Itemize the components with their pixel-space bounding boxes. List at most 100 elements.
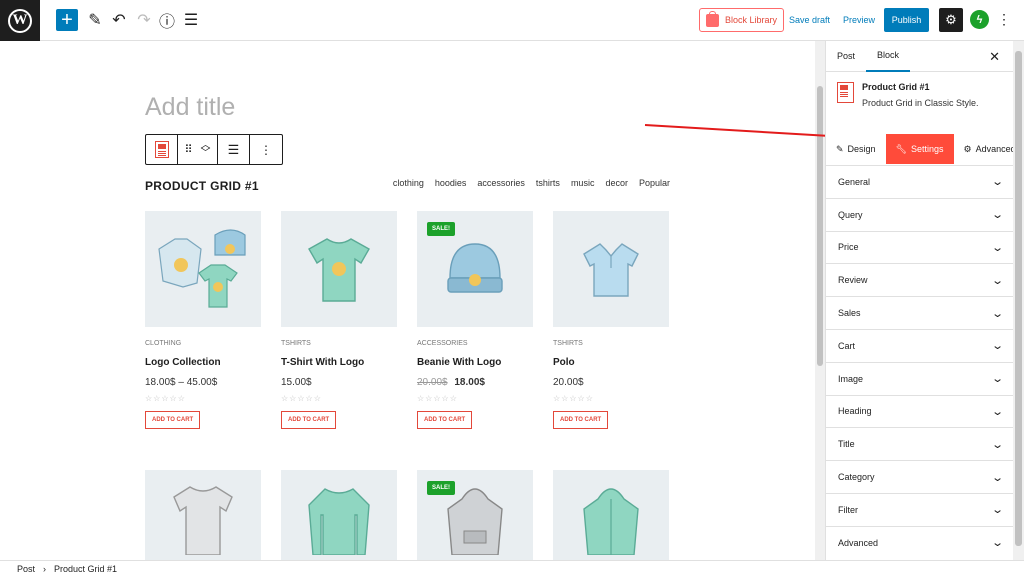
product-image[interactable] (553, 211, 669, 327)
product-image[interactable] (281, 211, 397, 327)
redo-icon[interactable]: ↷ (133, 9, 155, 31)
filter-item[interactable]: hoodies (435, 178, 467, 188)
tab-label: Settings (911, 144, 944, 154)
section-price[interactable]: Price ⌄ (826, 230, 1013, 264)
section-label: Filter (838, 504, 858, 515)
filter-item[interactable]: clothing (393, 178, 424, 188)
publish-button[interactable]: Publish (884, 8, 929, 32)
wordpress-logo-icon[interactable]: W (0, 0, 40, 41)
section-filter[interactable]: Filter ⌄ (826, 492, 1013, 526)
chevron-down-icon: ⌄ (990, 274, 1004, 287)
rating-stars: ☆☆☆☆☆ (145, 394, 186, 403)
block-settings-tabs: ✎ Design 🔧︎ Settings ⚙ Advanced (826, 134, 1013, 164)
section-category[interactable]: Category ⌄ (826, 460, 1013, 493)
breadcrumb-block[interactable]: Product Grid #1 (54, 564, 117, 574)
chevron-down-icon: ⌄ (990, 405, 1004, 418)
canvas-scrollbar[interactable] (815, 41, 825, 560)
move-block-control[interactable]: ⠿ ︿ ﹀ (178, 135, 218, 164)
align-icon: ☰ (227, 141, 240, 157)
section-general[interactable]: General ⌄ (826, 165, 1013, 198)
product-image[interactable] (281, 470, 397, 560)
product-card (553, 470, 669, 560)
section-heading[interactable]: Heading ⌄ (826, 394, 1013, 428)
chevron-down-icon: ⌄ (990, 438, 1004, 451)
block-type-button[interactable] (146, 135, 178, 164)
close-icon[interactable]: ✕ (989, 49, 1000, 65)
product-grid-heading: PRODUCT GRID #1 (145, 179, 259, 193)
tab-block[interactable]: Block (866, 41, 911, 72)
product-image[interactable] (553, 470, 669, 560)
category-filter: clothing hoodies accessories tshirts mus… (393, 178, 670, 188)
add-to-cart-button[interactable]: ADD TO CART (553, 411, 609, 429)
old-price: 20.00$ (417, 377, 448, 388)
rating-stars: ☆☆☆☆☆ (417, 394, 458, 403)
filter-item[interactable]: decor (605, 178, 628, 188)
more-options-icon[interactable]: ⋮ (997, 11, 1011, 28)
add-block-button[interactable]: + (56, 9, 78, 31)
section-cart[interactable]: Cart ⌄ (826, 328, 1013, 362)
block-options-button[interactable]: ⋮ (250, 135, 282, 164)
add-to-cart-button[interactable]: ADD TO CART (281, 411, 337, 429)
section-advanced[interactable]: Advanced ⌄ (826, 525, 1013, 559)
save-draft-button[interactable]: Save draft (789, 15, 830, 25)
section-query[interactable]: Query ⌄ (826, 197, 1013, 231)
chevron-down-icon: ⌄ (990, 241, 1004, 254)
section-image[interactable]: Image ⌄ (826, 361, 1013, 395)
product-image[interactable]: SALE! (417, 211, 533, 327)
gear-icon: ⚙ (963, 143, 972, 154)
settings-gear-icon[interactable]: ⚙ (939, 8, 963, 32)
tab-label: Design (847, 144, 876, 154)
post-title-input[interactable]: Add title (145, 93, 235, 122)
product-name[interactable]: Logo Collection (145, 357, 261, 368)
product-price: 15.00$ (281, 377, 397, 388)
bolt-plugin-icon[interactable]: ϟ (970, 10, 989, 29)
block-library-label: Block Library (725, 15, 778, 25)
block-card: Product Grid #1 Product Grid in Classic … (826, 72, 1013, 124)
scrollbar-thumb[interactable] (817, 86, 823, 366)
product-image[interactable] (145, 470, 261, 560)
section-title[interactable]: Title ⌄ (826, 427, 1013, 460)
scrollbar-thumb[interactable] (1015, 51, 1022, 546)
filter-item[interactable]: music (571, 178, 595, 188)
section-label: Cart (838, 340, 856, 351)
product-price: 20.00$ 18.00$ (417, 377, 533, 388)
chevron-down-icon: ⌄ (990, 537, 1004, 550)
tab-label: Advanced (975, 144, 1013, 154)
product-image[interactable] (145, 211, 261, 327)
filter-item[interactable]: Popular (639, 178, 670, 188)
section-sales[interactable]: Sales ⌄ (826, 296, 1013, 329)
tab-settings[interactable]: 🔧︎ Settings (885, 134, 954, 164)
product-name[interactable]: Polo (553, 357, 669, 368)
add-to-cart-button[interactable]: ADD TO CART (145, 411, 201, 429)
product-image[interactable]: SALE! (417, 470, 533, 560)
product-name[interactable]: Beanie With Logo (417, 357, 533, 368)
filter-item[interactable]: accessories (477, 178, 525, 188)
move-up-down-icon[interactable]: ︿ ﹀ (201, 140, 211, 158)
align-button[interactable]: ☰ (218, 135, 250, 164)
undo-icon[interactable]: ↶ (108, 9, 130, 31)
section-review[interactable]: Review ⌄ (826, 263, 1013, 296)
preview-button[interactable]: Preview (843, 15, 875, 25)
sale-badge: SALE! (427, 481, 455, 495)
tab-design[interactable]: ✎ Design (826, 134, 886, 164)
section-label: General (838, 176, 871, 187)
drag-handle-icon[interactable]: ⠿ (184, 143, 192, 156)
beanie-icon (447, 243, 503, 293)
block-library-button[interactable]: Block Library (699, 8, 784, 32)
list-view-icon[interactable]: ☰ (180, 9, 202, 31)
breadcrumb-post[interactable]: Post (17, 564, 35, 574)
filter-item[interactable]: tshirts (536, 178, 560, 188)
block-toolbar: ⠿ ︿ ﹀ ☰ ⋮ (145, 134, 283, 165)
tab-post[interactable]: Post (826, 41, 866, 72)
product-name[interactable]: T-Shirt With Logo (281, 357, 397, 368)
product-card: CLOTHING Logo Collection 18.00$ – 45.00$… (145, 211, 261, 429)
chevron-down-icon: ⌄ (990, 340, 1004, 353)
sidebar-scrollbar[interactable] (1013, 41, 1024, 560)
tab-advanced[interactable]: ⚙ Advanced (954, 134, 1013, 164)
pencil-tools-icon[interactable]: ✎ (84, 9, 106, 31)
add-to-cart-button[interactable]: ADD TO CART (417, 411, 473, 429)
info-icon[interactable]: ⓘ (156, 9, 178, 31)
product-category: TSHIRTS (281, 340, 311, 347)
product-grid-icon (837, 82, 854, 103)
product-grid-icon (154, 141, 169, 158)
